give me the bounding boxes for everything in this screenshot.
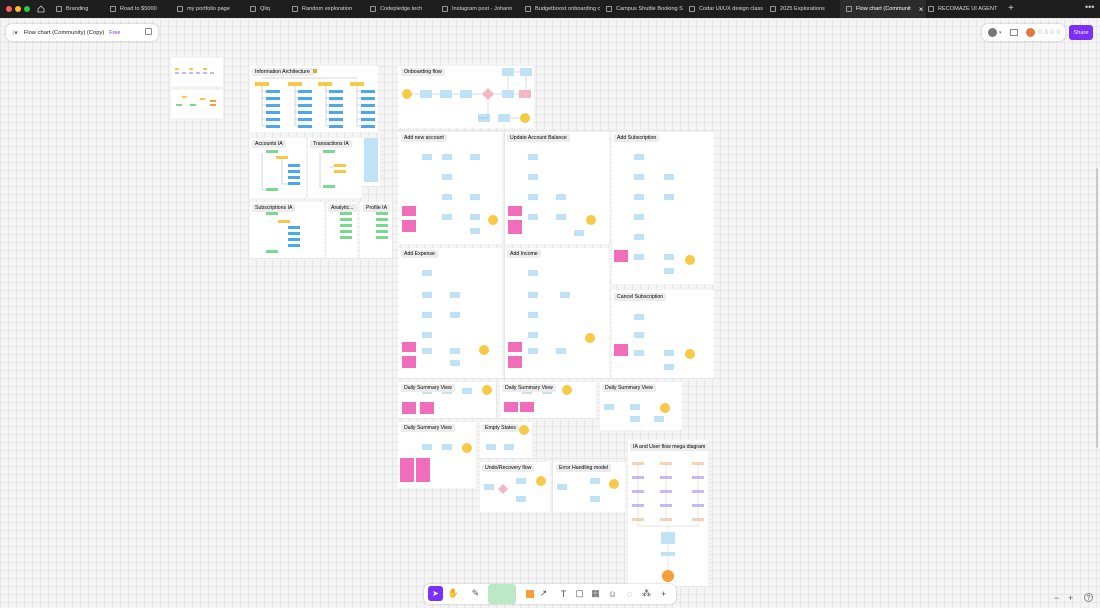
minus-icon[interactable]: − <box>1054 593 1059 603</box>
comment-tool[interactable]: ◌ <box>622 586 637 601</box>
slides-icon <box>525 6 531 12</box>
sparkle-icon <box>606 6 612 12</box>
section-update-account-balance[interactable]: Update Account Balance <box>507 134 570 142</box>
home-icon[interactable] <box>37 5 45 13</box>
close-tab-icon[interactable]: × <box>919 5 924 14</box>
section-daily-summary-view[interactable]: Daily Summary View <box>401 384 455 392</box>
plus-icon[interactable]: + <box>1068 593 1073 603</box>
tab-flow-chart[interactable]: Flow chart (Communit × <box>840 0 926 18</box>
tab-branding[interactable]: Branding <box>56 0 88 18</box>
section-accounts-ia[interactable]: Accounts IA <box>252 140 286 148</box>
section-information-architecture[interactable]: Information Architecture <box>252 68 313 76</box>
marker-tool[interactable]: ✎ <box>468 586 483 601</box>
section-add-new-account[interactable]: Add new account <box>401 134 447 142</box>
file-icon <box>177 6 183 12</box>
section-add-subscription[interactable]: Add Subscription <box>614 134 660 142</box>
browser-tab-bar: Branding Road to $5000 my portfolio page… <box>0 0 1100 18</box>
flowchart-diagrams <box>171 58 714 586</box>
section-profile-ia[interactable]: Profile IA <box>363 204 391 212</box>
tab-budgetboost[interactable]: Budgetboost onboarding c <box>525 0 600 18</box>
section-onboarding-flow[interactable]: Onboarding flow <box>401 68 445 76</box>
vertical-scrollbar[interactable] <box>1096 168 1098 448</box>
tab-recomaze[interactable]: RECOMAZE UI AGENT <box>928 0 997 18</box>
connector-tool[interactable]: ↗ <box>536 586 551 601</box>
hand-tool[interactable]: ✋ <box>446 586 461 601</box>
text-tool[interactable]: T <box>556 586 571 601</box>
section-add-income[interactable]: Add Income <box>507 250 541 258</box>
stamp-tool[interactable]: ☺ <box>605 586 620 601</box>
tab-road-to-5000[interactable]: Road to $5000 <box>110 0 157 18</box>
figjam-canvas[interactable]: ⁝▾ Flow chart (Community) (Copy) Free ▾ … <box>0 18 1100 608</box>
section-error-handling-model[interactable]: Error Handling model <box>556 464 612 472</box>
section-subscriptions-ia[interactable]: Subscriptions IA <box>252 204 296 212</box>
section-empty-states[interactable]: Empty States <box>482 424 519 432</box>
section-cancel-subscription[interactable]: Cancel Subscription <box>614 293 667 301</box>
section-tool[interactable]: ▢ <box>572 586 587 601</box>
section-add-expense[interactable]: Add Expense <box>401 250 438 258</box>
file-icon <box>56 6 62 12</box>
tab-instagram-post[interactable]: Instagram post - Johann <box>442 0 512 18</box>
new-tab-icon[interactable]: + <box>1008 3 1014 14</box>
more-tools[interactable]: + <box>656 586 671 601</box>
bottom-toolbar: ➤ ✋ ✎ ↗ T ▢ ▦ ☺ ◌ ⁂ + <box>424 584 676 604</box>
file-icon <box>770 6 776 12</box>
file-icon <box>110 6 116 12</box>
tab-qliq[interactable]: Qliq <box>250 0 270 18</box>
maximize-window-button[interactable] <box>24 6 30 12</box>
tab-random-exploration[interactable]: Random exploration <box>292 0 352 18</box>
tab-codepledge[interactable]: Codepledge.tech <box>370 0 422 18</box>
move-tool[interactable]: ➤ <box>428 586 443 601</box>
minimize-window-button[interactable] <box>15 6 21 12</box>
file-icon <box>442 6 448 12</box>
section-transactions-ia[interactable]: Transactions IA <box>310 140 352 148</box>
tab-codar-class[interactable]: Codar UI/UX design class <box>689 0 763 18</box>
widgets-tool[interactable]: ⁂ <box>639 586 654 601</box>
section-daily-summary-view[interactable]: Daily Summary View <box>502 384 556 392</box>
tab-campus-shuttle[interactable]: Campus Shuttle Booking S <box>606 0 683 18</box>
close-window-button[interactable] <box>6 6 12 12</box>
file-icon <box>370 6 376 12</box>
tab-portfolio[interactable]: my portfolio page <box>177 0 230 18</box>
section-undo-recovery-flow[interactable]: Undo/Recovery flow <box>482 464 535 472</box>
tab-2025-explorations[interactable]: 2025 Explorations <box>770 0 825 18</box>
section-daily-summary-view[interactable]: Daily Summary View <box>401 424 455 432</box>
file-icon <box>292 6 298 12</box>
help-icon[interactable]: ? <box>1084 593 1093 602</box>
more-icon[interactable]: ••• <box>1085 2 1094 12</box>
highlighter-tool[interactable] <box>488 584 516 604</box>
table-tool[interactable]: ▦ <box>588 586 603 601</box>
file-icon <box>689 6 695 12</box>
section-analytics[interactable]: Analytic... <box>328 204 357 212</box>
section-ia-user-flow-mega-diagram[interactable]: IA and User flow mega diagram <box>630 443 709 451</box>
section-daily-summary-view[interactable]: Daily Summary View <box>602 384 656 392</box>
figjam-icon <box>846 6 852 12</box>
file-icon <box>250 6 256 12</box>
shape-tool[interactable] <box>522 586 537 601</box>
file-icon <box>928 6 934 12</box>
